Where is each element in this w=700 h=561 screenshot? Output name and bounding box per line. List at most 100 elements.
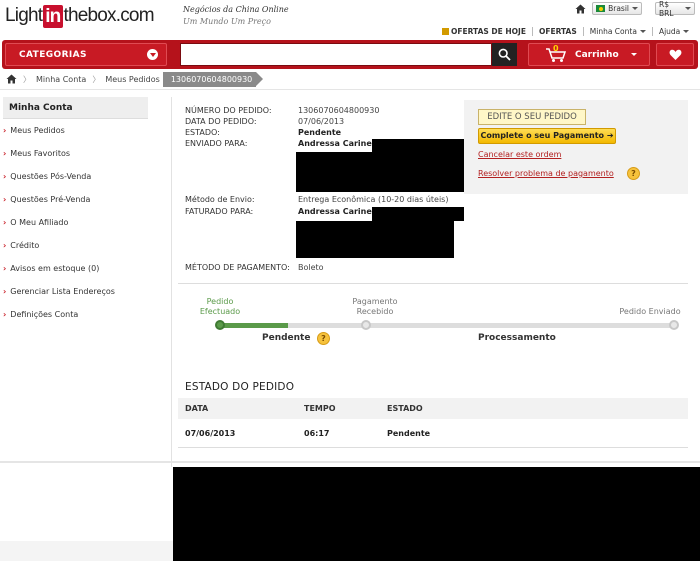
help-link[interactable]: Ajuda <box>659 27 680 36</box>
chevron-down-icon[interactable] <box>147 49 158 60</box>
progress-dot-pending <box>361 320 371 330</box>
sidebar-item-label: Gerenciar Lista Endereços <box>10 287 115 296</box>
sidebar-item-favorites[interactable]: › Meus Favoritos <box>3 149 148 158</box>
chevron-down-icon <box>683 29 690 33</box>
sidebar-item-label: Meus Favoritos <box>10 149 71 158</box>
order-status-value: Pendente <box>298 128 342 137</box>
ship-to-label: ENVIADO PARA: <box>185 139 248 148</box>
home-icon[interactable] <box>6 74 17 84</box>
search-button[interactable] <box>492 43 517 66</box>
edit-order-button[interactable]: EDITE O SEU PEDIDO <box>478 109 586 125</box>
divider <box>582 26 584 36</box>
step-payment-received: Pagamento Recebido <box>340 297 410 317</box>
sidebar-item-settings[interactable]: › Definições Conta <box>3 310 148 319</box>
cart-count-badge: 0 <box>553 44 559 53</box>
sidebar-item-pre-sales[interactable]: › Questões Pré-Venda <box>3 195 148 204</box>
tagline-secondary: Um Mundo Um Preço <box>183 17 271 26</box>
step-line1: Pedido Enviado <box>619 307 681 316</box>
chevron-right-icon: 〉 <box>92 74 101 84</box>
chevron-right-icon: 〉 <box>23 74 31 84</box>
order-date-label: DATA DO PEDIDO: <box>185 117 257 126</box>
sidebar-item-label: Questões Pós-Venda <box>10 172 92 181</box>
order-status-title: ESTADO DO PEDIDO <box>185 381 295 393</box>
sidebar-item-stock-alerts[interactable]: › Avisos em estoque (0) <box>3 264 148 273</box>
top-links: OFERTAS DE HOJE OFERTAS Minha Conta Ajud… <box>442 25 690 37</box>
divider <box>0 461 700 463</box>
site-logo[interactable]: Light in thebox.com <box>5 4 155 28</box>
footer-strip <box>0 541 173 561</box>
search-input[interactable] <box>180 43 492 66</box>
bill-to-name: Andressa Carine <box>298 207 372 216</box>
redacted-block <box>173 467 700 561</box>
sidebar-item-label: Questões Pré-Venda <box>10 195 91 204</box>
complete-payment-button[interactable]: Complete o seu Pagamento ➔ <box>478 128 616 144</box>
progress-dot-completed <box>215 320 225 330</box>
chevron-right-icon: › <box>3 172 7 181</box>
sidebar-item-addresses[interactable]: › Gerenciar Lista Endereços <box>3 287 148 296</box>
chevron-right-icon: › <box>3 264 7 273</box>
divider <box>178 447 688 448</box>
step-order-shipped: Pedido Enviado <box>614 307 686 317</box>
cancel-order-link[interactable]: Cancelar este ordem <box>478 150 561 159</box>
divider <box>531 26 533 36</box>
chevron-right-icon: › <box>3 241 7 250</box>
sidebar-item-affiliate[interactable]: › O Meu Afiliado <box>3 218 148 227</box>
cart-label: Carrinho <box>575 49 619 60</box>
sidebar-item-label: O Meu Afiliado <box>10 218 69 227</box>
offers-link[interactable]: OFERTAS <box>539 27 577 36</box>
currency-select[interactable]: R$ BRL <box>655 0 695 18</box>
breadcrumb-current: 1306070604800930 <box>162 71 264 87</box>
shipping-method-label: Método de Envio: <box>185 195 255 204</box>
step-line1: Pagamento <box>352 297 398 306</box>
progress-dot-pending <box>669 320 679 330</box>
bill-to-label: FATURADO PARA: <box>185 207 254 216</box>
step-line2: Efectuado <box>199 307 241 316</box>
cart-button[interactable]: Carrinho <box>528 43 650 66</box>
column-header-status: ESTADO <box>387 404 423 413</box>
column-header-time: TEMPO <box>304 404 336 413</box>
chevron-right-icon: › <box>3 126 7 135</box>
breadcrumb-my-account[interactable]: Minha Conta <box>36 75 86 84</box>
my-account-link[interactable]: Minha Conta <box>590 27 637 36</box>
order-detail-page: Light in thebox.com Negócios da China Onli… <box>0 0 700 561</box>
redacted-block <box>296 221 454 258</box>
resolve-payment-link[interactable]: Resolver problema de pagamento <box>478 169 614 178</box>
table-cell-time: 06:17 <box>304 429 330 438</box>
tagline-primary: Negócios da China Online <box>183 5 289 14</box>
shipping-method-value: Entrega Econômica (10-20 dias úteis) <box>298 195 449 204</box>
redacted-block <box>296 152 465 192</box>
chevron-right-icon: › <box>3 195 7 204</box>
complete-payment-label: Complete o seu Pagamento <box>480 131 605 140</box>
help-icon[interactable]: ? <box>317 332 330 345</box>
chevron-right-icon: › <box>3 287 7 296</box>
sidebar-title: Minha Conta <box>3 97 148 119</box>
sidebar-item-after-sales[interactable]: › Questões Pós-Venda <box>3 172 148 181</box>
chevron-right-icon: › <box>3 149 7 158</box>
categories-button[interactable]: CATEGORIAS <box>5 43 167 66</box>
sidebar-item-label: Definições Conta <box>10 310 79 319</box>
chevron-down-icon <box>630 53 637 56</box>
help-icon[interactable]: ? <box>627 167 640 180</box>
divider <box>651 26 653 36</box>
language-value: Brasil <box>608 4 629 13</box>
logo-text-thebox: thebox.com <box>63 5 155 26</box>
home-icon[interactable] <box>575 4 586 14</box>
chevron-down-icon <box>685 7 691 10</box>
chevron-right-icon: › <box>3 218 7 227</box>
order-date-value: 07/06/2013 <box>298 117 345 126</box>
payment-method-label: MÉTODO DE PAGAMENTO: <box>185 263 290 272</box>
language-select[interactable]: Brasil <box>592 2 642 15</box>
payment-method-value: Boleto <box>298 263 324 272</box>
step-line1: Pedido <box>206 297 234 306</box>
sidebar-item-label: Avisos em estoque (0) <box>10 264 100 273</box>
order-number-value: 1306070604800930 <box>298 106 380 115</box>
breadcrumb-my-orders[interactable]: Meus Pedidos <box>105 75 160 84</box>
sidebar-item-my-orders[interactable]: › Meus Pedidos <box>3 126 148 135</box>
phase-pending: Pendente <box>262 333 311 343</box>
progress-track <box>220 323 674 328</box>
sidebar-item-credit[interactable]: › Crédito <box>3 241 148 250</box>
progress-fill <box>220 323 288 328</box>
favorites-button[interactable] <box>656 43 694 66</box>
order-number-label: NÚMERO DO PEDIDO: <box>185 106 272 115</box>
todays-deals-link[interactable]: OFERTAS DE HOJE <box>451 27 526 36</box>
